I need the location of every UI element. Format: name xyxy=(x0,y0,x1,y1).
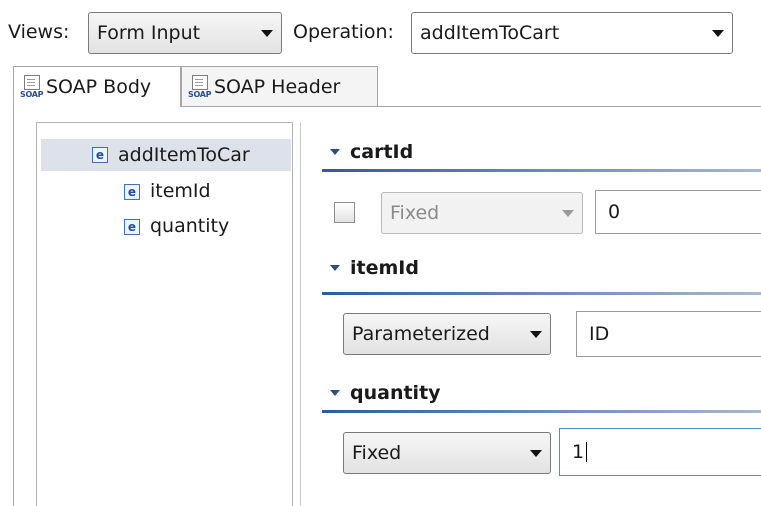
tree-item-label: addItemToCar xyxy=(118,143,250,166)
section-title: cartId xyxy=(350,141,414,163)
views-dropdown-value: Form Input xyxy=(97,21,201,44)
cartId-mode-dropdown[interactable]: Fixed xyxy=(381,192,583,234)
tab-soap-body-label: SOAP Body xyxy=(46,76,152,98)
chevron-down-icon xyxy=(562,209,574,217)
tree-item-itemId[interactable]: e itemId xyxy=(124,182,211,201)
section-header-quantity[interactable]: quantity xyxy=(330,381,441,405)
expand-triangle-icon xyxy=(330,265,340,271)
tree-item-addItemToCart[interactable]: e addItemToCar xyxy=(41,139,291,171)
tab-soap-header-label: SOAP Header xyxy=(214,75,341,98)
expand-triangle-icon xyxy=(330,390,340,396)
itemId-value-text: ID xyxy=(589,323,610,345)
quantity-mode-dropdown[interactable]: Fixed xyxy=(343,432,551,474)
soap-header-icon: SOAP xyxy=(188,74,212,99)
section-divider xyxy=(322,292,761,295)
operation-label: Operation: xyxy=(293,21,394,43)
chevron-down-icon xyxy=(530,449,542,457)
section-title: itemId xyxy=(350,257,419,279)
chevron-down-icon xyxy=(712,29,724,37)
quantity-value-input[interactable]: 1 xyxy=(559,428,761,476)
quantity-value-text: 1 xyxy=(572,441,585,463)
itemId-mode-value: Parameterized xyxy=(352,322,490,345)
itemId-mode-dropdown[interactable]: Parameterized xyxy=(343,313,551,355)
tab-soap-body[interactable]: SOAP SOAP Body xyxy=(13,66,181,107)
chevron-down-icon xyxy=(261,29,273,37)
panel-separator[interactable] xyxy=(300,122,301,506)
operation-dropdown[interactable]: addItemToCart xyxy=(411,12,733,54)
operation-dropdown-value: addItemToCart xyxy=(420,21,560,44)
views-dropdown[interactable]: Form Input xyxy=(88,12,282,54)
section-header-cartId[interactable]: cartId xyxy=(330,140,413,164)
views-label: Views: xyxy=(8,21,70,43)
element-icon: e xyxy=(92,147,108,163)
section-divider xyxy=(322,410,761,413)
text-caret xyxy=(586,442,588,462)
element-icon: e xyxy=(124,218,140,235)
soap-body-icon: SOAP xyxy=(20,75,44,99)
cartId-enable-checkbox[interactable] xyxy=(334,202,355,223)
element-icon: e xyxy=(124,183,140,200)
cartId-value-text: 0 xyxy=(608,201,621,223)
expand-triangle-icon xyxy=(330,149,340,155)
quantity-mode-value: Fixed xyxy=(352,441,402,464)
tree-item-label: itemId xyxy=(150,180,211,202)
chevron-down-icon xyxy=(530,330,542,338)
tree-item-quantity[interactable]: e quantity xyxy=(124,217,229,236)
tab-soap-header[interactable]: SOAP SOAP Header xyxy=(181,66,378,106)
cartId-mode-value: Fixed xyxy=(390,201,440,224)
tree-item-label: quantity xyxy=(150,215,230,237)
section-header-itemId[interactable]: itemId xyxy=(330,256,419,280)
section-divider xyxy=(322,169,761,172)
cartId-value-input[interactable]: 0 xyxy=(595,190,761,234)
section-title: quantity xyxy=(350,382,441,404)
tree-panel[interactable]: e addItemToCar e itemId e quantity xyxy=(36,122,293,506)
itemId-value-input[interactable]: ID xyxy=(576,311,761,357)
